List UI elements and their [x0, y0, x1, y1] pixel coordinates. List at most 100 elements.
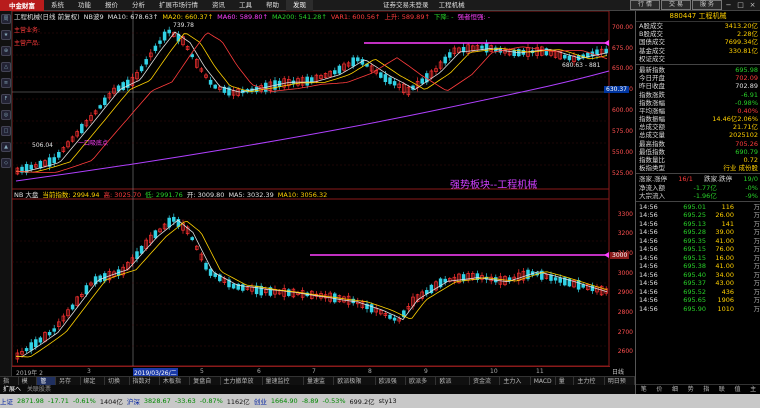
tick-list[interactable]: 14:56 695.01 116 万 14:56 695.25 26.00 万 14:56 695…	[636, 203, 760, 314]
tick-v: 76.00	[715, 245, 734, 254]
trade-button[interactable]: 交 易	[661, 0, 691, 10]
toolbar-tool-icon[interactable]: ≡	[1, 78, 11, 88]
candle-body	[208, 268, 213, 276]
tick-p: 695.65	[683, 296, 706, 305]
tick-p: 695.37	[683, 279, 706, 288]
flow-value: -1.77亿	[693, 183, 717, 192]
stat-value: 330.81亿	[728, 46, 758, 55]
menu-center: 证券交易未登录 工程机械	[383, 0, 473, 11]
stat-value: 2025102	[729, 131, 758, 140]
stat-label: 最低指数	[639, 147, 665, 156]
toolbar-tool-icon[interactable]: ▲	[1, 142, 11, 152]
chart-area[interactable]: 工程机械(日线 前复权) NB波9 MA10: 678.63↑ MA20: 660.3…	[12, 11, 610, 376]
tick-f: 万	[753, 219, 760, 228]
toolbar-tool-icon[interactable]: ★	[1, 30, 11, 40]
panel-tab[interactable]: 指	[703, 385, 709, 394]
stat-label: 权证成交	[639, 54, 665, 63]
status-item: -17.71	[47, 397, 69, 405]
trade-login-status[interactable]: 证券交易未登录	[383, 1, 429, 9]
date-label: 11	[536, 368, 544, 375]
menu-item[interactable]: 发现	[286, 0, 313, 11]
candle-body	[388, 314, 392, 319]
panel-tab[interactable]: 笔	[641, 385, 647, 394]
toolbar-tool-icon[interactable]: ⊕	[1, 46, 11, 56]
price-axis-label: 600.00	[612, 107, 633, 115]
tick-v: 43.00	[715, 279, 734, 288]
tick-row: 14:56 695.52 436 万	[636, 288, 760, 297]
panel-tab[interactable]: 值	[735, 385, 741, 394]
date-label: 10	[490, 368, 498, 375]
menu-item[interactable]: 分析	[125, 0, 152, 11]
lower-price-axis: 33003200310030002900280027002600	[610, 199, 635, 366]
quotes-button[interactable]: 行 情	[630, 0, 660, 10]
menu-item[interactable]: 报价	[98, 0, 125, 11]
down-value: 19/0	[743, 175, 758, 184]
tick-p: 695.40	[683, 270, 706, 279]
candle-body	[356, 57, 360, 62]
tick-t: 14:56	[639, 219, 658, 228]
main-business-tag[interactable]: 主营业务:	[14, 25, 40, 34]
upper-breakout-arrow	[604, 40, 609, 46]
menu-item[interactable]: 资讯	[205, 0, 232, 11]
candle-body	[213, 84, 217, 89]
service-button[interactable]: 服 务	[692, 0, 722, 10]
panel-tab[interactable]: 联	[719, 385, 725, 394]
tick-row: 14:56 695.38 41.00 万	[636, 262, 760, 271]
toolbar-tool-icon[interactable]: △	[1, 62, 11, 72]
toolbar-tool-icon[interactable]: ◎	[1, 110, 11, 120]
sub-tab[interactable]: 关联股票	[24, 385, 54, 394]
toolbar-tool-icon[interactable]: ◇	[1, 158, 11, 168]
candle-body	[480, 45, 484, 49]
maximize-icon[interactable]: □	[735, 0, 746, 10]
menu-item[interactable]: 系统	[44, 0, 71, 11]
tick-v: 1010	[717, 304, 734, 313]
market-turnover-rows: A股成交 3413.20亿 B股成交 2.28亿 国债成交 7699.34亿 基金成交 330…	[636, 22, 760, 63]
close-icon[interactable]: ×	[747, 0, 758, 10]
panel-tab[interactable]: 价	[656, 385, 662, 394]
menu-item[interactable]: 帮助	[259, 0, 286, 11]
candle-body	[103, 97, 107, 106]
stat-value: 7699.34亿	[724, 38, 758, 47]
tick-v: 26.00	[715, 211, 734, 220]
menu-item[interactable]: 功能	[71, 0, 98, 11]
sub-tab[interactable]: 扩展へ	[0, 385, 24, 394]
stat-value: 705.26	[735, 139, 758, 148]
main-product-tag[interactable]: 主营产品:	[14, 38, 40, 47]
upper-cursor-price: 630.37	[604, 86, 629, 93]
period-label[interactable]: 日线	[612, 367, 624, 376]
tick-p: 695.28	[683, 228, 706, 237]
legend-item: 工程机械(日线 前复权)	[14, 13, 80, 21]
tick-v: 41.00	[715, 236, 734, 245]
tick-t: 14:56	[639, 202, 658, 211]
tick-v: 436	[721, 287, 734, 296]
up-label: 涨家.涨停	[639, 175, 668, 184]
legend-item: MA60: 589.80↑	[217, 13, 268, 21]
tick-v: 16.00	[715, 253, 734, 262]
stat-label: 总成交量	[639, 131, 665, 140]
tick-f: 万	[753, 202, 760, 211]
legend-item: 低: 2991.76	[145, 191, 183, 199]
candle-body	[388, 77, 392, 84]
stat-row: 指数量比 0.72	[636, 156, 760, 164]
panel-tab[interactable]: 主	[750, 385, 756, 394]
stat-row: 昨日收盘 702.89	[636, 82, 760, 90]
stat-label: A股成交	[639, 22, 663, 30]
status-item: 沪深	[126, 398, 140, 406]
minimize-icon[interactable]: −	[723, 0, 734, 10]
toolbar-tool-icon[interactable]: 周	[1, 14, 11, 24]
menu-item[interactable]: 工具	[232, 0, 259, 11]
toolbar-tool-icon[interactable]: F	[1, 94, 11, 104]
stat-row: 最高指数 705.26	[636, 140, 760, 148]
candle-body	[383, 74, 388, 83]
app-logo: 中金财富	[0, 0, 44, 11]
menu-item[interactable]: 扩展市场行情	[152, 0, 205, 11]
toolbar-tool-icon[interactable]: □	[1, 126, 11, 136]
tick-row: 14:56 695.35 41.00 万	[636, 237, 760, 246]
entry-point-label: 一口吸底点	[78, 140, 109, 147]
panel-tab[interactable]: 细	[672, 385, 678, 394]
stat-row: 板指类型 行业 成份股	[636, 164, 760, 172]
stat-label: 国债成交	[639, 38, 665, 47]
tick-p: 695.15	[683, 245, 706, 254]
candle-body	[553, 277, 558, 281]
panel-tab[interactable]: 势	[688, 385, 694, 394]
